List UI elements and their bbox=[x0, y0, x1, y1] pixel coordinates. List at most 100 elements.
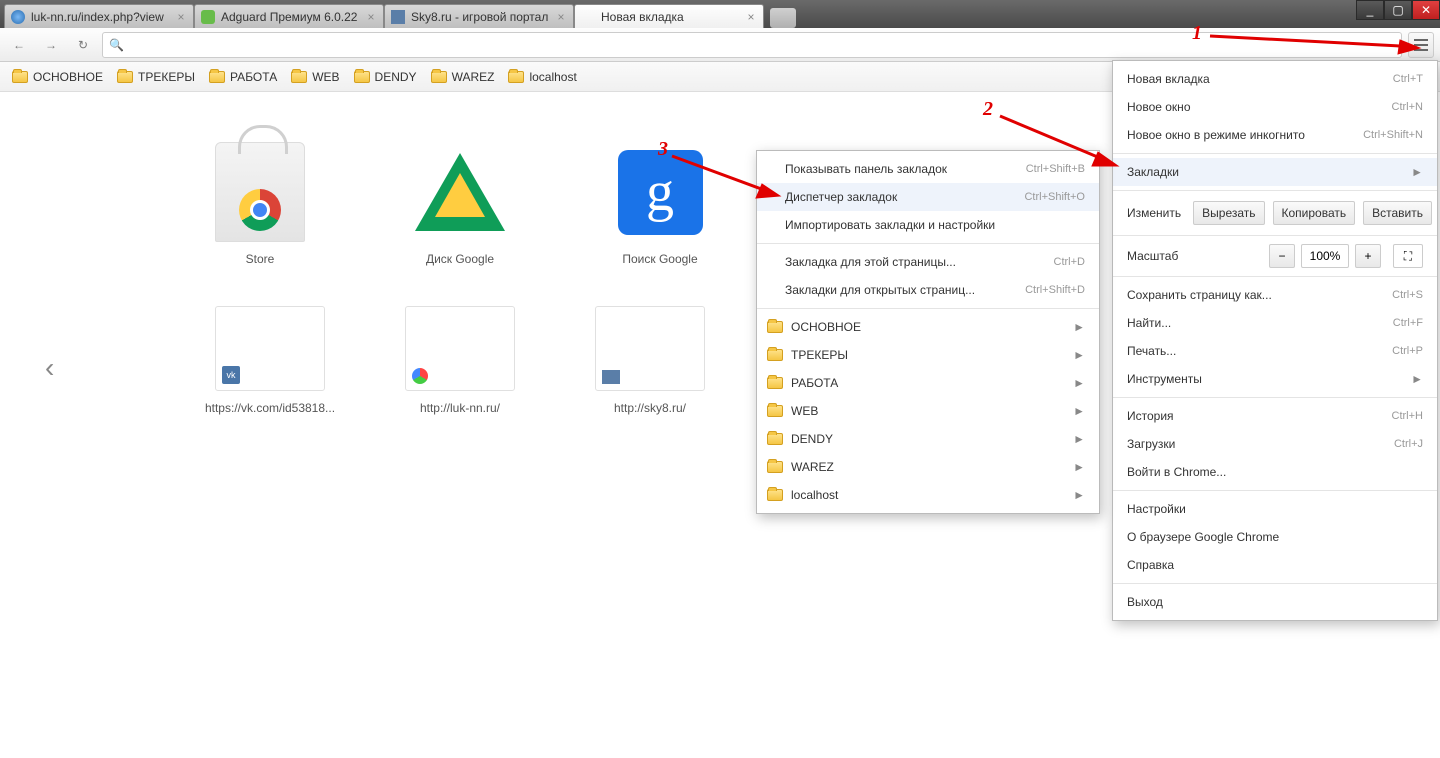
fullscreen-button[interactable]: ⛶ bbox=[1393, 244, 1423, 268]
menu-separator bbox=[1113, 276, 1437, 277]
menu-new-window[interactable]: Новое окноCtrl+N bbox=[1113, 93, 1437, 121]
chevron-left-icon[interactable]: ‹ bbox=[45, 352, 54, 384]
chevron-right-icon: ► bbox=[1073, 348, 1085, 362]
chevron-right-icon: ► bbox=[1411, 165, 1423, 179]
bookmark-folder[interactable]: РАБОТА bbox=[209, 70, 277, 84]
mv-tile[interactable]: http://luk-nn.ru/ bbox=[400, 306, 520, 415]
tab-3-active[interactable]: Новая вкладка × bbox=[574, 4, 764, 28]
menu-exit[interactable]: Выход bbox=[1113, 588, 1437, 616]
folder-icon bbox=[117, 71, 133, 83]
folder-icon bbox=[767, 489, 783, 501]
main-menu-button[interactable] bbox=[1408, 32, 1434, 58]
window-close-button[interactable]: ✕ bbox=[1412, 0, 1440, 20]
menu-separator bbox=[757, 243, 1099, 244]
submenu-folder[interactable]: ОСНОВНОЕ► bbox=[757, 313, 1099, 341]
main-menu: Новая вкладкаCtrl+T Новое окноCtrl+N Нов… bbox=[1112, 60, 1438, 621]
bookmark-folder[interactable]: ОСНОВНОЕ bbox=[12, 70, 103, 84]
folder-icon bbox=[767, 405, 783, 417]
toolbar: ← → ↻ 🔍 bbox=[0, 28, 1440, 62]
window-minimize-button[interactable]: _ bbox=[1356, 0, 1384, 20]
window-maximize-button[interactable]: ▢ bbox=[1384, 0, 1412, 20]
submenu-import[interactable]: Импортировать закладки и настройки bbox=[757, 211, 1099, 239]
menu-about[interactable]: О браузере Google Chrome bbox=[1113, 523, 1437, 551]
paste-button[interactable]: Вставить bbox=[1363, 201, 1432, 225]
blank-icon bbox=[581, 10, 595, 24]
folder-icon bbox=[209, 71, 225, 83]
close-icon[interactable]: × bbox=[175, 11, 187, 23]
menu-help[interactable]: Справка bbox=[1113, 551, 1437, 579]
search-icon: 🔍 bbox=[109, 38, 124, 52]
submenu-folder[interactable]: ТРЕКЕРЫ► bbox=[757, 341, 1099, 369]
folder-icon bbox=[291, 71, 307, 83]
new-tab-button[interactable] bbox=[770, 8, 796, 28]
folder-icon bbox=[767, 377, 783, 389]
bookmark-folder[interactable]: localhost bbox=[508, 70, 576, 84]
menu-find[interactable]: Найти...Ctrl+F bbox=[1113, 309, 1437, 337]
chevron-right-icon: ► bbox=[1073, 376, 1085, 390]
menu-edit-row: Изменить Вырезать Копировать Вставить bbox=[1113, 195, 1437, 231]
vk-icon: vk bbox=[222, 366, 240, 384]
mv-tile[interactable]: http://sky8.ru/ bbox=[590, 306, 710, 415]
folder-icon bbox=[767, 321, 783, 333]
tab-2[interactable]: Sky8.ru - игровой портал × bbox=[384, 4, 574, 28]
submenu-folder[interactable]: DENDY► bbox=[757, 425, 1099, 453]
submenu-folder[interactable]: WAREZ► bbox=[757, 453, 1099, 481]
menu-settings[interactable]: Настройки bbox=[1113, 495, 1437, 523]
folder-icon bbox=[12, 71, 28, 83]
bookmark-folder[interactable]: WAREZ bbox=[431, 70, 495, 84]
menu-separator bbox=[1113, 235, 1437, 236]
menu-save-as[interactable]: Сохранить страницу как...Ctrl+S bbox=[1113, 281, 1437, 309]
folder-icon bbox=[354, 71, 370, 83]
mv-tile[interactable]: vk https://vk.com/id53818... bbox=[210, 306, 330, 415]
bookmark-folder[interactable]: ТРЕКЕРЫ bbox=[117, 70, 195, 84]
fullscreen-icon: ⛶ bbox=[1404, 249, 1412, 264]
back-button[interactable]: ← bbox=[6, 32, 32, 58]
menu-zoom-row: Масштаб − 100% + ⛶ bbox=[1113, 240, 1437, 272]
app-tile-store[interactable]: Store bbox=[200, 142, 320, 266]
menu-new-tab[interactable]: Новая вкладкаCtrl+T bbox=[1113, 65, 1437, 93]
menu-separator bbox=[1113, 583, 1437, 584]
submenu-show-bar[interactable]: Показывать панель закладокCtrl+Shift+B bbox=[757, 155, 1099, 183]
copy-button[interactable]: Копировать bbox=[1273, 201, 1356, 225]
menu-separator bbox=[757, 308, 1099, 309]
menu-tools[interactable]: Инструменты► bbox=[1113, 365, 1437, 393]
zoom-out-button[interactable]: − bbox=[1269, 244, 1295, 268]
menu-bookmarks[interactable]: Закладки► bbox=[1113, 158, 1437, 186]
sky8-icon bbox=[391, 10, 405, 24]
submenu-folder[interactable]: РАБОТА► bbox=[757, 369, 1099, 397]
reload-button[interactable]: ↻ bbox=[70, 32, 96, 58]
tab-1[interactable]: Adguard Премиум 6.0.22 × bbox=[194, 4, 384, 28]
close-icon[interactable]: × bbox=[745, 11, 757, 23]
address-bar[interactable]: 🔍 bbox=[102, 32, 1402, 58]
forward-button[interactable]: → bbox=[38, 32, 64, 58]
folder-icon bbox=[767, 461, 783, 473]
menu-signin[interactable]: Войти в Chrome... bbox=[1113, 458, 1437, 486]
tab-title: Adguard Премиум 6.0.22 bbox=[221, 10, 359, 24]
google-icon: g bbox=[618, 142, 703, 242]
menu-incognito[interactable]: Новое окно в режиме инкогнитоCtrl+Shift+… bbox=[1113, 121, 1437, 149]
cut-button[interactable]: Вырезать bbox=[1193, 201, 1264, 225]
zoom-value: 100% bbox=[1301, 244, 1349, 268]
menu-downloads[interactable]: ЗагрузкиCtrl+J bbox=[1113, 430, 1437, 458]
submenu-bookmark-page[interactable]: Закладка для этой страницы...Ctrl+D bbox=[757, 248, 1099, 276]
submenu-bookmark-open[interactable]: Закладки для открытых страниц...Ctrl+Shi… bbox=[757, 276, 1099, 304]
site-icon bbox=[602, 370, 620, 384]
menu-print[interactable]: Печать...Ctrl+P bbox=[1113, 337, 1437, 365]
zoom-in-button[interactable]: + bbox=[1355, 244, 1381, 268]
tab-0[interactable]: luk-nn.ru/index.php?view × bbox=[4, 4, 194, 28]
thumbnail: vk bbox=[215, 306, 325, 391]
app-tile-google[interactable]: g Поиск Google bbox=[600, 142, 720, 266]
close-icon[interactable]: × bbox=[555, 11, 567, 23]
chevron-right-icon: ► bbox=[1073, 320, 1085, 334]
app-tile-drive[interactable]: Диск Google bbox=[400, 142, 520, 266]
menu-separator bbox=[1113, 397, 1437, 398]
bookmark-folder[interactable]: DENDY bbox=[354, 70, 417, 84]
submenu-folder[interactable]: WEB► bbox=[757, 397, 1099, 425]
tab-strip: luk-nn.ru/index.php?view × Adguard Преми… bbox=[0, 0, 1440, 28]
submenu-bookmark-manager[interactable]: Диспетчер закладокCtrl+Shift+O bbox=[757, 183, 1099, 211]
bookmark-folder[interactable]: WEB bbox=[291, 70, 339, 84]
thumbnail bbox=[405, 306, 515, 391]
close-icon[interactable]: × bbox=[365, 11, 377, 23]
submenu-folder[interactable]: localhost► bbox=[757, 481, 1099, 509]
menu-history[interactable]: ИсторияCtrl+H bbox=[1113, 402, 1437, 430]
